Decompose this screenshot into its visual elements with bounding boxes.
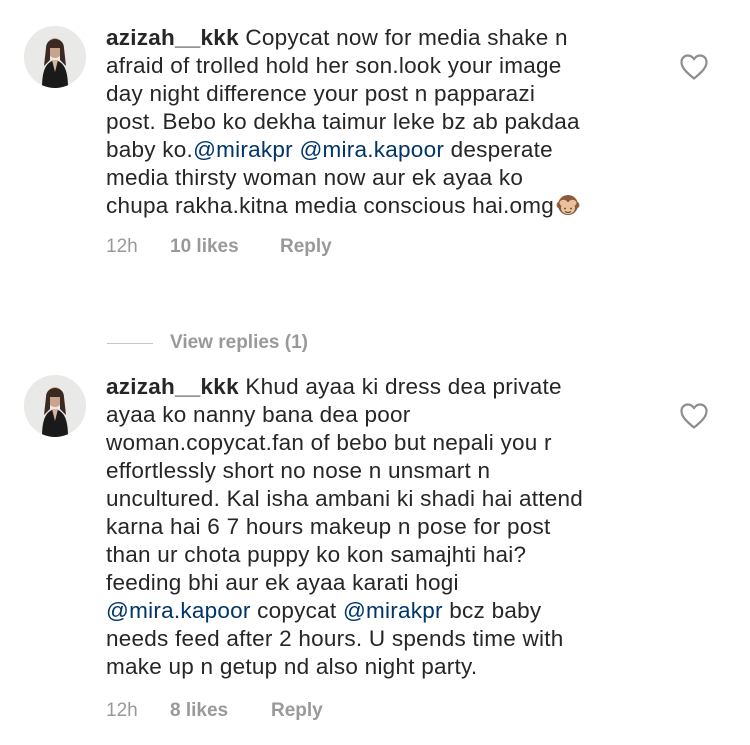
timestamp: 12h (106, 700, 138, 721)
avatar[interactable] (24, 375, 86, 437)
comment-text-segment: desperate (444, 137, 553, 162)
comment-text-segment: bcz baby (442, 598, 542, 623)
comment-text: Copycat now for media shake n afraid of t… (106, 25, 581, 218)
likes-count[interactable]: 8 likes (170, 700, 271, 722)
likes-count[interactable]: 10 likes (170, 236, 280, 258)
view-replies-label: View replies (1) (170, 332, 308, 353)
username[interactable]: azizah__kkk (106, 25, 239, 50)
comment-meta: 12h 10 likes Reply (106, 236, 332, 258)
see-no-evil-monkey-emoji (555, 192, 581, 218)
mention-link[interactable]: @mirakpr (193, 137, 293, 162)
heart-outline-icon[interactable] (680, 403, 708, 429)
username[interactable]: azizah__kkk (106, 374, 239, 399)
comment-text-segment: Khud ayaa ki dress dea private (245, 374, 562, 399)
comment-text-segment: copycat (250, 598, 343, 623)
comment-text: Khud ayaa ki dress dea private ayaa ko na… (106, 374, 583, 679)
comment-text-segment: effortlessly short no nose n unsmart n (106, 458, 491, 483)
mention-link[interactable]: @mira.kapoor (299, 137, 444, 162)
view-replies-button[interactable]: View replies (1) (107, 332, 308, 354)
comment-text-segment: Copycat now for media shake n (245, 25, 568, 50)
comment-body: azizah__kkk Copycat now for media shake … (106, 24, 646, 220)
comment-text-segment: karna hai 6 7 hours makeup n pose for po… (106, 514, 551, 539)
comment-text-segment: day night difference your post n pappara… (106, 81, 536, 106)
comment-text-segment: post. Bebo ko dekha taimur leke bz ab pa… (106, 109, 580, 134)
comment-text-segment: than ur chota puppy ko kon samajhti hai? (106, 542, 527, 567)
comment-text-segment: chupa rakha.kitna media conscious hai.om… (106, 193, 555, 218)
comment-text-segment: needs feed after 2 hours. U spends time … (106, 626, 564, 651)
comment-body: azizah__kkk Khud ayaa ki dress dea priva… (106, 373, 646, 681)
heart-outline-icon[interactable] (680, 54, 708, 80)
timestamp: 12h (106, 236, 138, 257)
reply-button[interactable]: Reply (271, 700, 323, 722)
comment-text-segment: uncultured. Kal isha ambani ki shadi hai… (106, 486, 584, 511)
comment-text-segment: woman.copycat.fan of bebo but nepali you… (106, 430, 552, 455)
mention-link[interactable]: @mirakpr (343, 598, 443, 623)
comment-text-segment: afraid of trolled hold her son.look your… (106, 53, 562, 78)
comment-text-segment: media thirsty woman now aur ek ayaa ko (106, 165, 524, 190)
comment-text-segment: feeding bhi aur ek ayaa karati hogi (106, 570, 459, 595)
comment-text-segment: ayaa ko nanny bana dea poor (106, 402, 411, 427)
comment-text-segment: baby ko. (106, 137, 194, 162)
divider-line (107, 342, 153, 344)
comment-meta: 12h 8 likes Reply (106, 700, 323, 722)
avatar[interactable] (24, 26, 86, 88)
mention-link[interactable]: @mira.kapoor (106, 598, 251, 623)
reply-button[interactable]: Reply (280, 236, 332, 258)
comment-text-segment: make up n getup nd also night party. (106, 654, 478, 679)
